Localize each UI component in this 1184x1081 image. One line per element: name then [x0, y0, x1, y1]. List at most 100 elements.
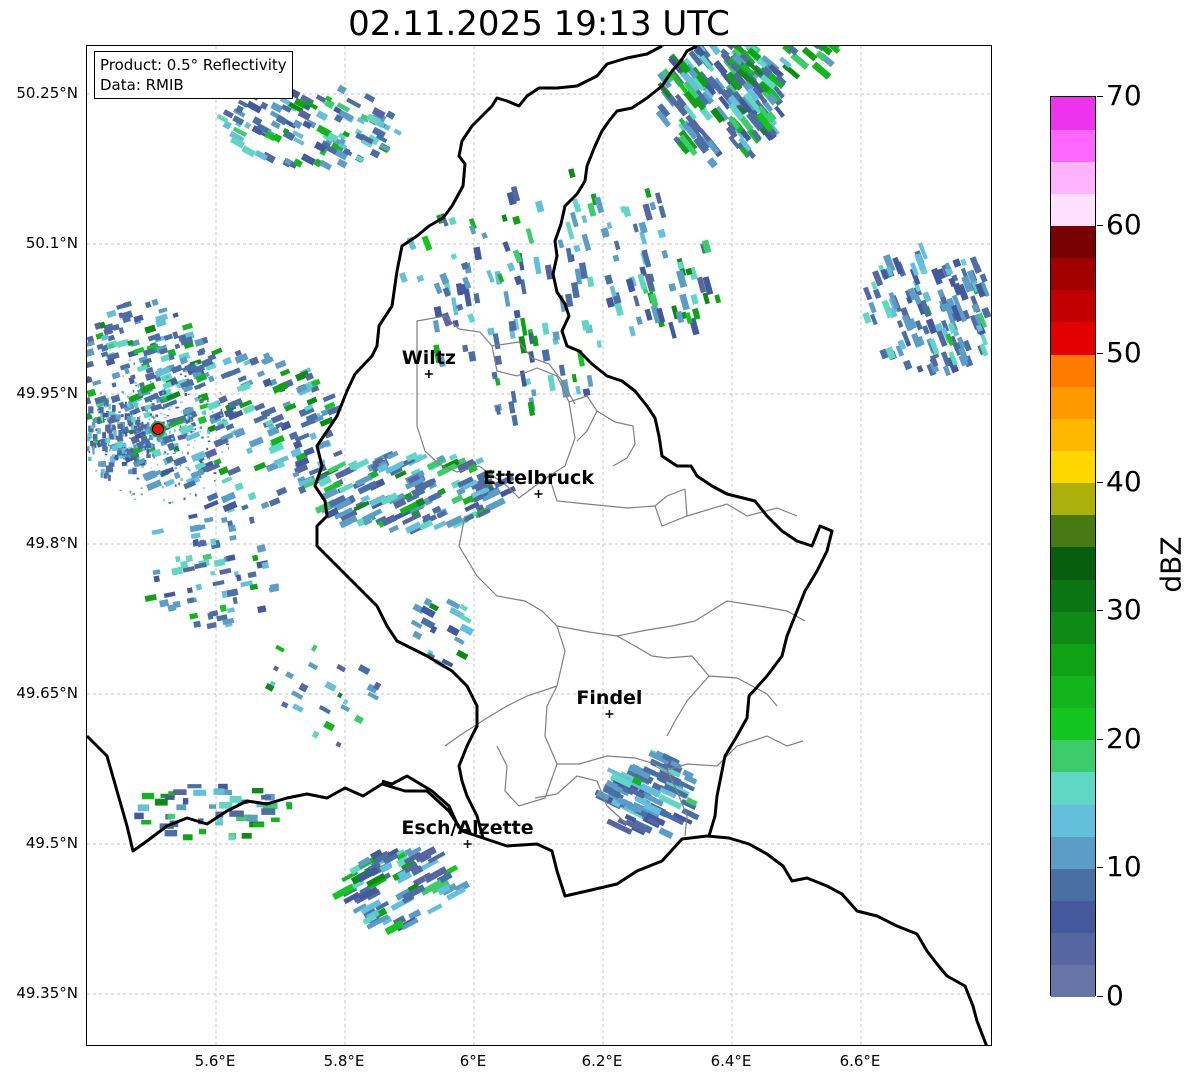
radar-echo-cell	[433, 306, 443, 318]
radar-echo-cell	[253, 461, 267, 472]
radar-echo-cell	[172, 331, 179, 340]
radar-echo-cell	[133, 314, 144, 323]
radar-clutter-cell	[160, 413, 163, 415]
radar-echo-cell	[92, 445, 95, 451]
radar-clutter-cell	[113, 413, 117, 416]
radar-echo-cell	[586, 374, 594, 388]
longitude-label: 6°E	[459, 1052, 487, 1070]
radar-echo-cell	[108, 404, 112, 410]
radar-echo-cell	[960, 258, 967, 267]
radar-clutter-cell	[194, 428, 197, 431]
radar-clutter-cell	[199, 460, 203, 463]
radar-echo-cell	[274, 359, 287, 370]
radar-clutter-cell	[169, 426, 172, 429]
colorbar-segment	[1051, 418, 1095, 452]
colorbar-tick	[1097, 481, 1103, 483]
radar-clutter-cell	[205, 376, 207, 380]
city-marker-icon	[534, 490, 543, 498]
radar-echo-cell	[158, 307, 168, 314]
radar-clutter-cell	[190, 431, 193, 434]
radar-echo-cell	[503, 291, 511, 307]
radar-echo-cell	[340, 704, 351, 713]
radar-echo-cell	[862, 311, 872, 325]
radar-clutter-cell	[233, 429, 235, 432]
radar-clutter-cell	[140, 487, 143, 489]
radar-clutter-cell	[186, 467, 189, 470]
radar-clutter-cell	[206, 447, 209, 451]
radar-echo-cell	[298, 682, 309, 693]
radar-echo-cell	[279, 368, 291, 377]
radar-echo-cell	[144, 372, 156, 381]
radar-clutter-cell	[199, 475, 202, 479]
radar-echo-cell	[160, 354, 170, 363]
radar-echo-cell	[152, 569, 161, 576]
radar-clutter-cell	[128, 424, 132, 427]
radar-clutter-cell	[187, 451, 189, 455]
radar-clutter-cell	[214, 480, 216, 482]
radar-echo-cell	[246, 100, 263, 114]
radar-clutter-cell	[139, 424, 141, 427]
radar-echo-cell	[547, 374, 556, 392]
radar-echo-cell	[213, 558, 226, 567]
radar-clutter-cell	[161, 406, 165, 410]
radar-echo-cell	[280, 701, 289, 709]
radar-echo-cell	[441, 312, 453, 327]
radar-echo-cell	[292, 703, 304, 713]
radar-echo-cell	[774, 105, 785, 118]
radar-clutter-cell	[219, 392, 221, 394]
colorbar-segment	[1051, 97, 1095, 130]
radar-clutter-cell	[141, 421, 144, 424]
radar-clutter-cell	[140, 493, 143, 496]
radar-echo-cell	[88, 406, 94, 414]
radar-clutter-cell	[195, 493, 197, 497]
graticule	[87, 46, 991, 1045]
radar-clutter-cell	[162, 486, 165, 489]
radar-echo-cell	[221, 516, 228, 524]
radar-echo-cell	[247, 491, 257, 501]
radar-clutter-cell	[93, 441, 96, 443]
radar-echo-cell	[467, 313, 476, 324]
radar-echo-cell	[102, 412, 109, 418]
radar-echo-cell	[221, 476, 233, 484]
radar-echo-cell	[581, 214, 588, 224]
radar-clutter-cell	[207, 440, 211, 442]
radar-echo-cell	[635, 316, 643, 326]
radar-clutter-cell	[169, 399, 171, 401]
radar-clutter-cell	[171, 438, 174, 440]
radar-echo-cell	[468, 351, 477, 362]
radar-clutter-cell	[113, 446, 116, 449]
radar-clutter-cell	[156, 438, 158, 441]
radar-clutter-cell	[118, 411, 121, 413]
colorbar-segment	[1051, 900, 1095, 934]
radar-echo-cell	[112, 397, 116, 402]
radar-clutter-cell	[96, 404, 99, 406]
radar-echo-cell	[117, 423, 123, 429]
radar-clutter-cell	[173, 463, 176, 465]
radar-echo-cell	[111, 371, 121, 380]
radar-echo-cell	[416, 274, 425, 283]
radar-echo-cell	[88, 428, 94, 433]
radar-echo-cell	[531, 335, 539, 347]
radar-clutter-cell	[153, 455, 155, 459]
radar-echo-cell	[174, 343, 181, 350]
radar-clutter-cell	[219, 443, 222, 446]
radar-clutter-cell	[207, 431, 211, 435]
radar-echo-cell	[123, 367, 130, 375]
radar-echo-cell	[439, 272, 450, 285]
radar-echo-cell	[141, 792, 155, 800]
radar-echo-cell	[306, 396, 318, 406]
radar-clutter-cell	[226, 443, 229, 446]
radar-echo-cell	[534, 200, 545, 213]
radar-echo-cell	[570, 281, 580, 299]
radar-echo-cell	[520, 317, 528, 336]
radar-clutter-cell	[145, 447, 148, 450]
radar-echo-cell	[144, 301, 152, 309]
radar-clutter-cell	[168, 430, 171, 434]
dbz-colorbar	[1050, 96, 1096, 998]
radar-clutter-cell	[125, 464, 128, 467]
radar-clutter-cell	[126, 396, 130, 398]
radar-echo-cell	[103, 433, 106, 438]
colorbar-segment	[1051, 836, 1095, 869]
radar-echo-cell	[87, 397, 92, 406]
radar-clutter-cell	[135, 384, 137, 387]
